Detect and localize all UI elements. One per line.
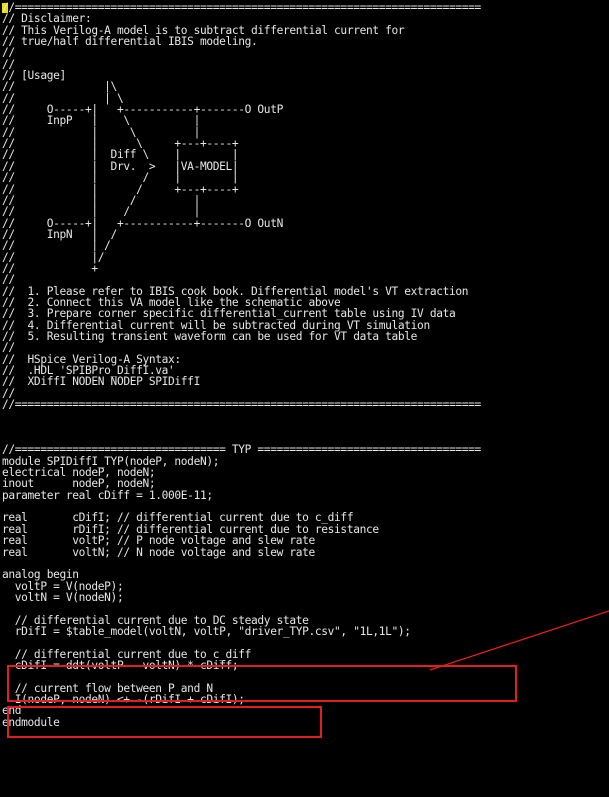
code-line: rDifI = $table_model(voltN, voltP, "driv… [2, 624, 411, 638]
code-line: // [2, 341, 15, 355]
code-editor[interactable]: //======================================… [0, 0, 609, 797]
code-line: // [2, 46, 15, 60]
code-line: // 3. Prepare corner specific differenti… [2, 307, 456, 321]
code-line: // | / | | [2, 171, 239, 185]
code-line: //======================================… [2, 398, 481, 412]
code-text[interactable]: //======================================… [2, 2, 481, 728]
highlight-box-dc-steady-state [7, 665, 517, 702]
code-line: // [2, 57, 15, 71]
highlight-box-c-diff [7, 706, 322, 738]
code-line: // true/half differential IBIS modeling. [2, 35, 258, 49]
code-line: voltN = V(nodeN); [2, 590, 124, 604]
code-line: // + [2, 261, 98, 275]
code-line: analog begin [2, 568, 79, 582]
code-line: parameter real cDiff = 1.000E-11; [2, 488, 213, 502]
code-line: real voltP; // P node voltage and slew r… [2, 534, 315, 548]
code-line: // XDiffI NODEN NODEP SPIDiffI [2, 375, 200, 389]
code-line: // 5. Resulting transient waveform can b… [2, 329, 418, 343]
code-line: // | / | [2, 205, 200, 219]
code-line: // | / [2, 239, 111, 253]
code-line: real voltN; // N node voltage and slew r… [2, 545, 315, 559]
code-line: // Disclaimer: [2, 12, 92, 26]
code-line: // [2, 273, 15, 287]
